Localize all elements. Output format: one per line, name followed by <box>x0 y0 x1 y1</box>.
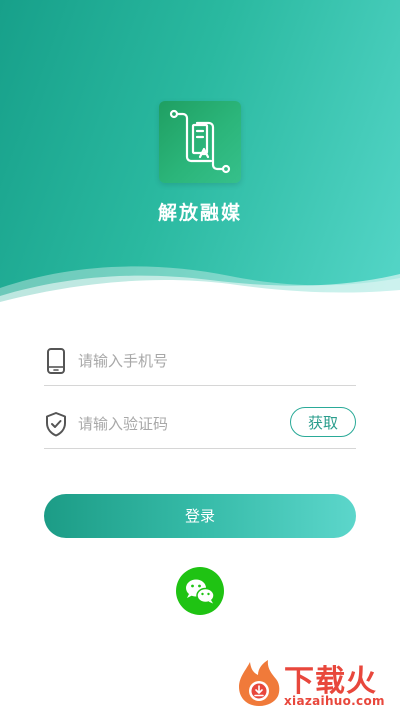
phone-field <box>44 341 356 386</box>
code-input[interactable] <box>78 410 278 438</box>
wechat-login-button[interactable] <box>176 567 224 615</box>
phone-icon <box>47 348 65 374</box>
watermark-url: xiazaihuo.com <box>284 694 385 708</box>
login-button[interactable]: 登录 <box>44 494 356 538</box>
phone-input[interactable] <box>78 347 278 375</box>
code-field: 获取 <box>44 404 356 449</box>
app-logo-icon <box>169 109 231 174</box>
watermark: 下载火 xiazaihuo.com <box>234 656 400 711</box>
app-logo <box>159 101 241 183</box>
flame-logo-icon <box>239 660 280 706</box>
header-wave <box>0 266 400 320</box>
get-code-button[interactable]: 获取 <box>290 407 356 437</box>
app-name: 解放融媒 <box>157 202 242 224</box>
wechat-icon <box>186 579 215 604</box>
shield-check-icon <box>46 412 66 437</box>
